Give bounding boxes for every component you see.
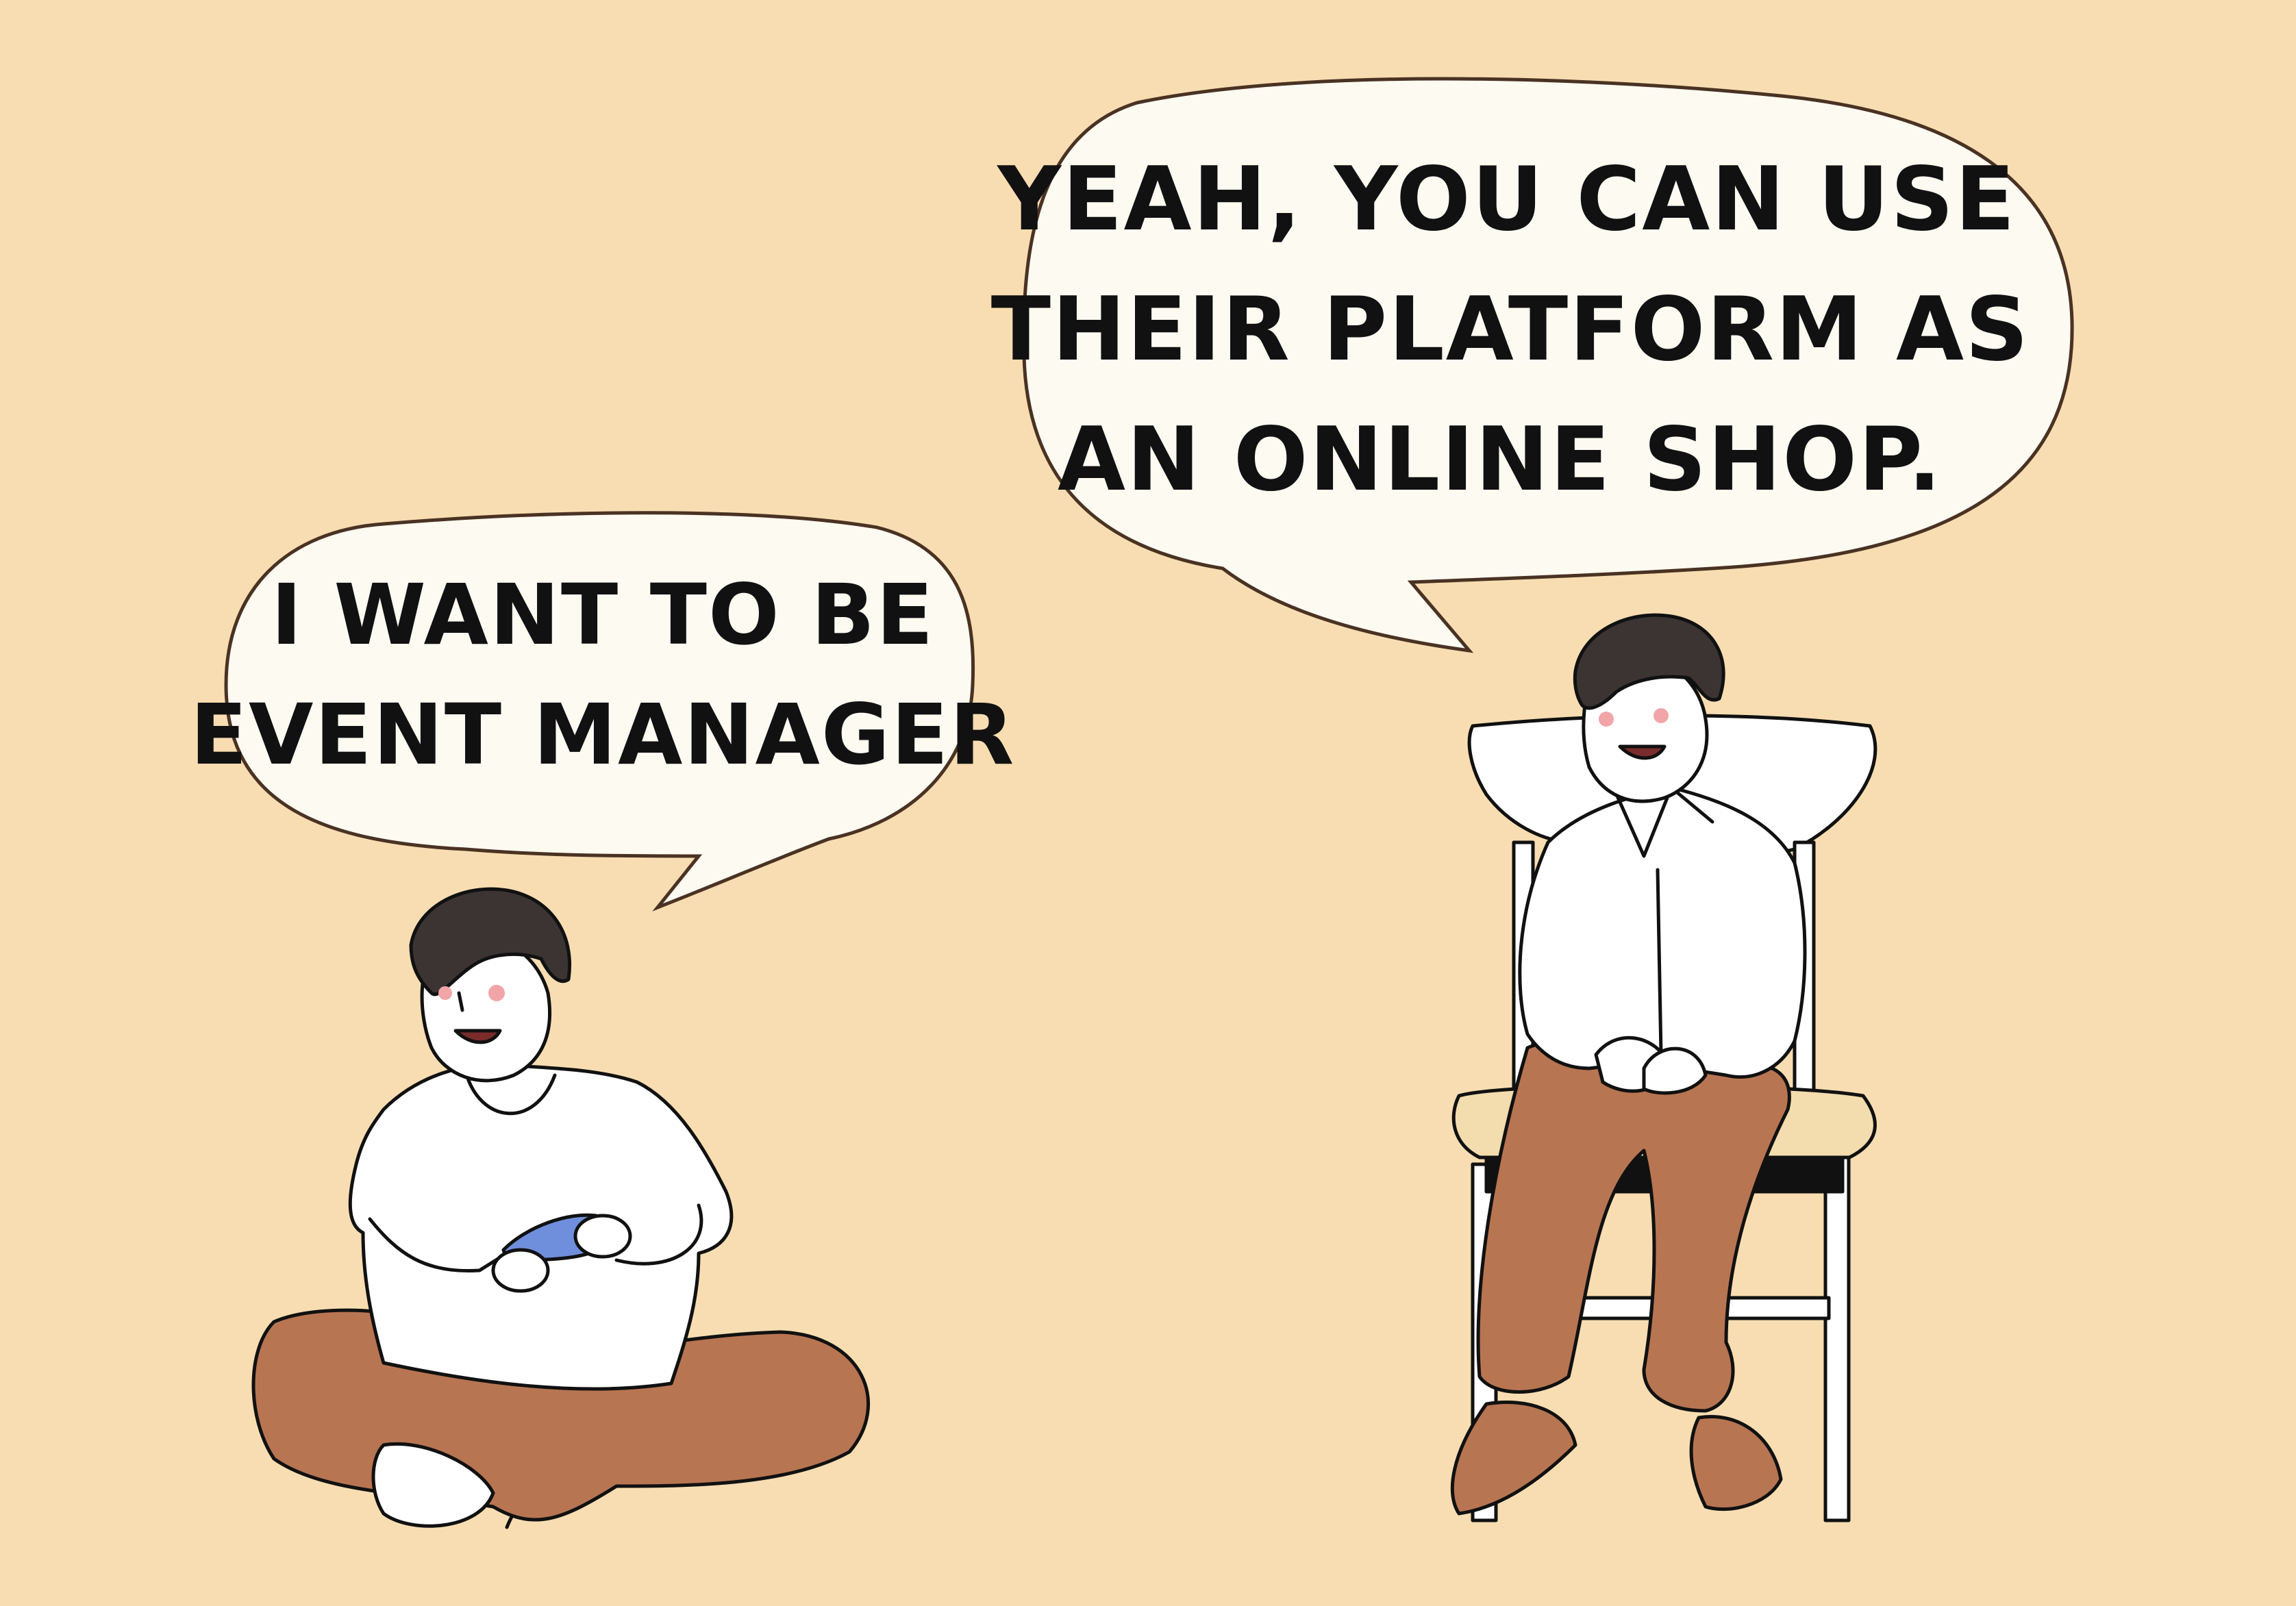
sitter-pants <box>1476 1036 1791 1413</box>
chair-sitter-illustration <box>1450 613 1877 1522</box>
left-bubble-line-2: EVENT MANAGER <box>190 686 1016 783</box>
seated-gamer-illustration <box>251 887 870 1529</box>
left-bubble-line-1: I WANT TO BE <box>271 566 935 664</box>
comic-scene: YEAH, YOU CAN USE THEIR PLATFORM AS AN O… <box>190 77 2074 1529</box>
right-speech-bubble: YEAH, YOU CAN USE THEIR PLATFORM AS AN O… <box>991 77 2074 653</box>
left-speech-bubble: I WANT TO BE EVENT MANAGER <box>190 511 1016 912</box>
right-bubble-line-3: AN ONLINE SHOP. <box>1058 409 1943 511</box>
right-bubble-line-1: YEAH, YOU CAN USE <box>996 149 2016 251</box>
right-bubble-line-2: THEIR PLATFORM AS <box>991 279 2030 381</box>
